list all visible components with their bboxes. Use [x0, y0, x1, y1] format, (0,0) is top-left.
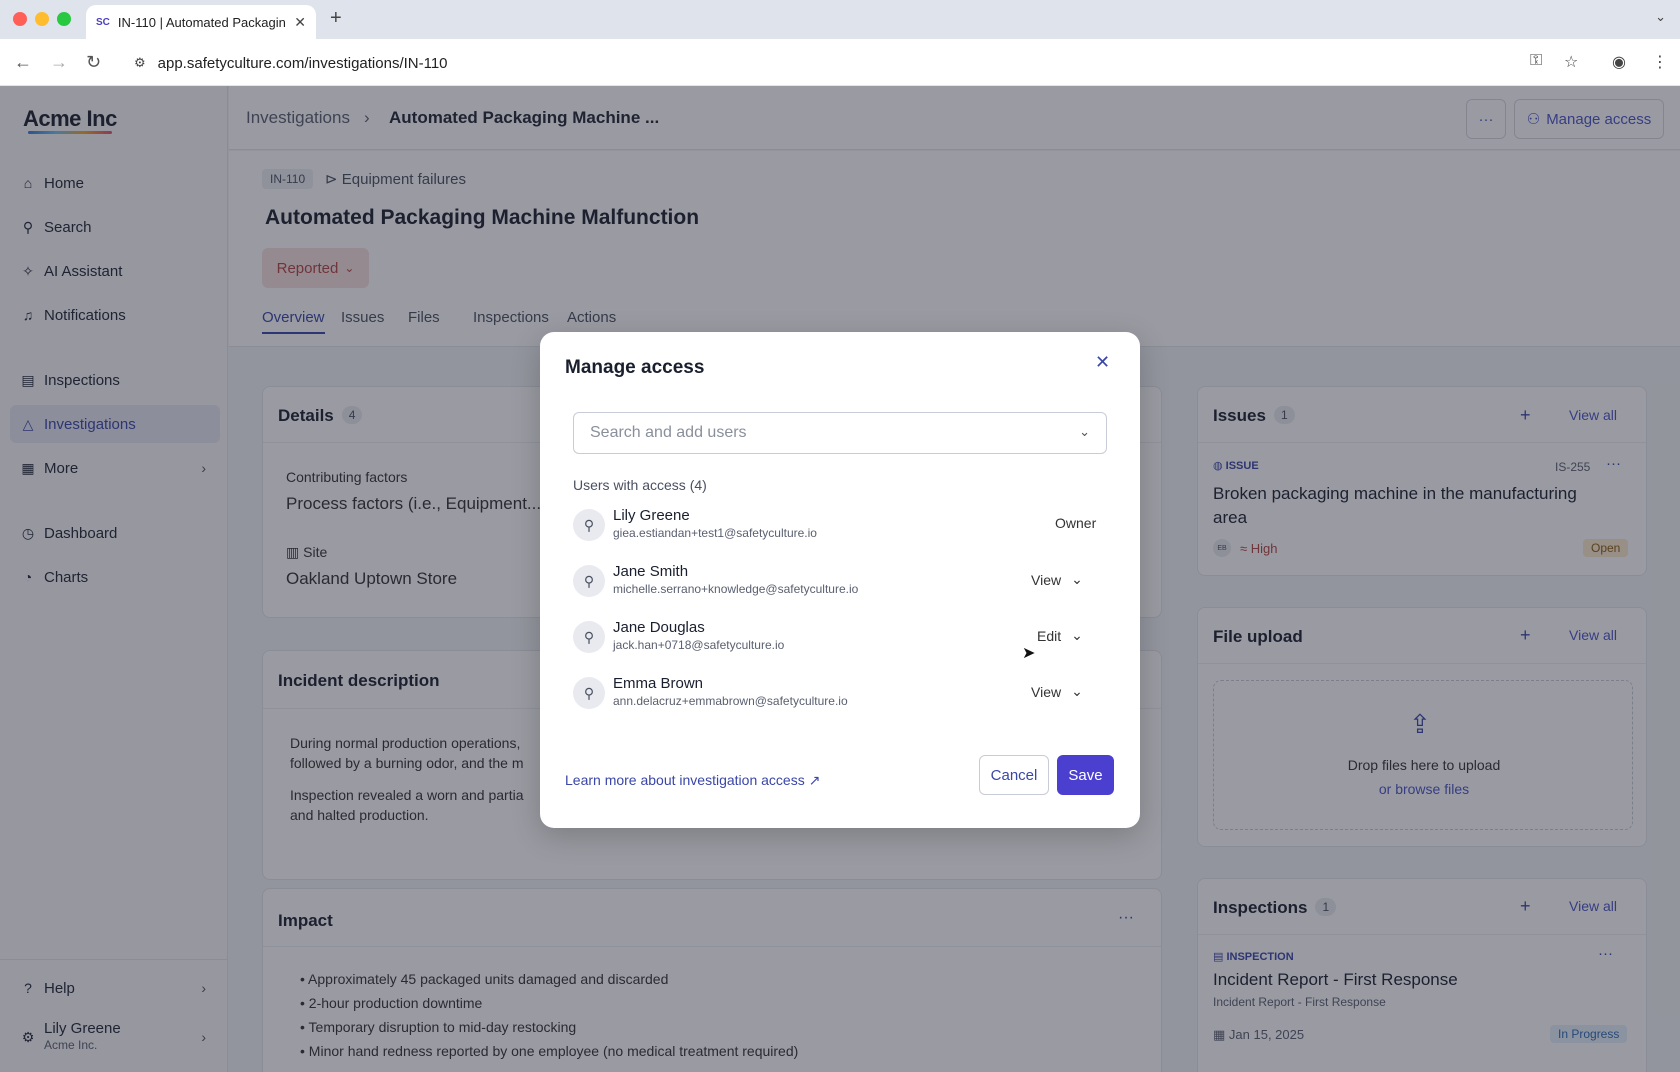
dialog-title: Manage access — [565, 357, 705, 378]
chevron-down-icon: ⌄ — [1071, 571, 1083, 587]
browser-toolbar: ← → ↻ ⚙ app.safetyculture.com/investigat… — [0, 39, 1680, 86]
favicon-icon: SC — [96, 16, 110, 28]
role-dropdown[interactable]: View ⌄ — [1031, 571, 1083, 588]
url-text: app.safetyculture.com/investigations/IN-… — [157, 54, 448, 72]
role-label: View — [1031, 683, 1062, 700]
chevron-down-icon: ⌄ — [1079, 424, 1090, 439]
external-link-icon: ↗ — [808, 772, 821, 788]
site-settings-icon[interactable]: ⚙ — [134, 55, 146, 71]
user-avatar-icon: ⚲ — [573, 621, 605, 653]
new-tab-icon[interactable]: + — [330, 7, 342, 30]
browser-chrome: SC IN-110 | Automated Packaging ✕ + ⌄ ← … — [0, 0, 1680, 86]
reload-icon[interactable]: ↻ — [86, 52, 101, 73]
profile-icon[interactable]: ◉ — [1612, 52, 1626, 72]
user-email: jack.han+0718@safetyculture.io — [613, 638, 785, 652]
learn-more-link[interactable]: Learn more about investigation access ↗ — [565, 772, 820, 789]
chevron-down-icon[interactable]: ⌄ — [1655, 9, 1666, 25]
browser-tab[interactable]: SC IN-110 | Automated Packaging ✕ — [86, 5, 316, 39]
minimize-window-button[interactable] — [35, 12, 49, 26]
browser-menu-icon[interactable]: ⋮ — [1652, 52, 1668, 72]
save-button[interactable]: Save — [1057, 755, 1114, 795]
tab-strip: SC IN-110 | Automated Packaging ✕ + ⌄ — [0, 0, 1680, 39]
maximize-window-button[interactable] — [57, 12, 71, 26]
tab-title: IN-110 | Automated Packaging — [117, 14, 287, 30]
learn-more-text: Learn more about investigation access — [565, 772, 805, 788]
user-row: ⚲ Lily Greene giea.estiandan+test1@safet… — [573, 502, 1107, 550]
close-window-button[interactable] — [13, 12, 27, 26]
user-row: ⚲ Emma Brown ann.delacruz+emmabrown@safe… — [573, 670, 1107, 718]
user-name: Lily Greene — [613, 507, 690, 524]
user-email: giea.estiandan+test1@safetyculture.io — [613, 526, 817, 540]
close-icon[interactable]: ✕ — [1095, 352, 1110, 373]
user-avatar-icon: ⚲ — [573, 509, 605, 541]
user-role-owner: Owner — [1055, 515, 1097, 531]
user-avatar-icon: ⚲ — [573, 677, 605, 709]
cancel-button[interactable]: Cancel — [979, 755, 1049, 795]
back-icon[interactable]: ← — [14, 52, 32, 73]
search-placeholder: Search and add users — [590, 424, 747, 441]
role-dropdown[interactable]: Edit ⌄ — [1037, 627, 1083, 644]
mouse-cursor-icon: ➤ — [1022, 645, 1036, 662]
user-row: ⚲ Jane Smith michelle.serrano+knowledge@… — [573, 558, 1107, 606]
chevron-down-icon: ⌄ — [1071, 683, 1083, 699]
role-label: Edit — [1037, 627, 1062, 644]
users-with-access-label: Users with access (4) — [573, 477, 707, 493]
chevron-down-icon: ⌄ — [1071, 627, 1083, 643]
key-icon[interactable]: ⚿ — [1530, 52, 1542, 70]
user-email: michelle.serrano+knowledge@safetyculture… — [613, 582, 859, 596]
role-label: View — [1031, 571, 1062, 588]
manage-access-dialog: Manage access ✕ Search and add users ⌄ U… — [540, 332, 1140, 828]
forward-icon[interactable]: → — [50, 52, 68, 73]
user-email: ann.delacruz+emmabrown@safetyculture.io — [613, 694, 848, 708]
user-name: Emma Brown — [613, 675, 704, 692]
close-tab-icon[interactable]: ✕ — [294, 14, 306, 31]
role-dropdown[interactable]: View ⌄ — [1031, 683, 1083, 700]
user-name: Jane Douglas — [613, 619, 705, 636]
star-icon[interactable]: ☆ — [1564, 52, 1578, 72]
search-users-input[interactable]: Search and add users ⌄ — [573, 412, 1107, 454]
address-bar[interactable]: ⚙ app.safetyculture.com/investigations/I… — [122, 47, 1532, 79]
user-avatar-icon: ⚲ — [573, 565, 605, 597]
user-name: Jane Smith — [613, 563, 689, 580]
